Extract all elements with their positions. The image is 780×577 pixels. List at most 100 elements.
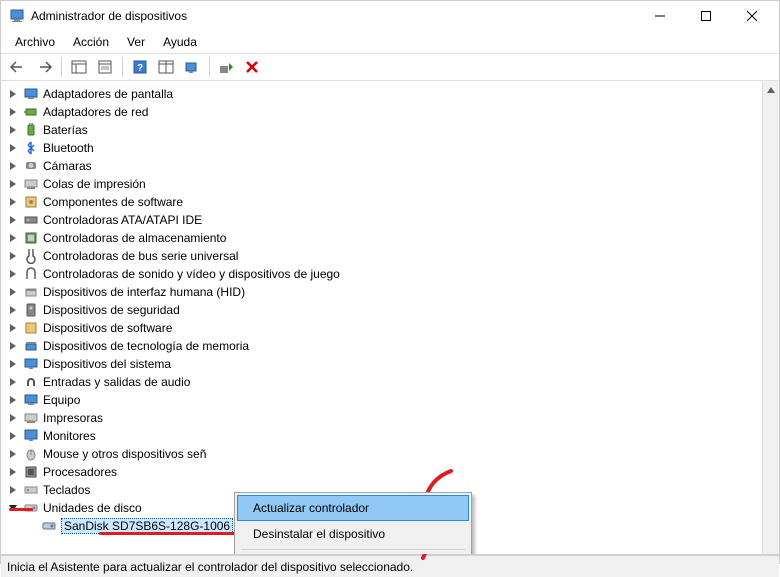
close-button[interactable] (729, 1, 775, 31)
tree-category[interactable]: Dispositivos del sistema (23, 355, 779, 373)
tree-category[interactable]: Adaptadores de pantalla (23, 85, 779, 103)
category-icon (23, 392, 39, 408)
tree-category-label: Dispositivos de software (43, 321, 172, 335)
tree-category-label: Mouse y otros dispositivos señ (43, 447, 206, 461)
tree-category[interactable]: Controladoras de sonido y vídeo y dispos… (23, 265, 779, 283)
chevron-right-icon[interactable] (7, 124, 19, 136)
tree-category[interactable]: Bluetooth (23, 139, 779, 157)
chevron-right-icon[interactable] (7, 232, 19, 244)
vertical-scrollbar[interactable] (762, 81, 779, 554)
tree-category[interactable]: Adaptadores de red (23, 103, 779, 121)
menu-action[interactable]: Acción (65, 33, 117, 51)
category-icon (23, 212, 39, 228)
tree-category[interactable]: Equipo (23, 391, 779, 409)
toolbar-separator (122, 57, 123, 77)
category-icon (23, 104, 39, 120)
chevron-right-icon[interactable] (7, 196, 19, 208)
tree-category-label: Dispositivos de seguridad (43, 303, 180, 317)
tree-category[interactable]: Entradas y salidas de audio (23, 373, 779, 391)
category-icon (23, 176, 39, 192)
tree-category[interactable]: Dispositivos de interfaz humana (HID) (23, 283, 779, 301)
menu-file[interactable]: Archivo (7, 33, 63, 51)
tree-category[interactable]: Mouse y otros dispositivos señ (23, 445, 779, 463)
category-icon (23, 464, 39, 480)
category-icon (23, 482, 39, 498)
tree-category-label: Controladoras ATA/ATAPI IDE (43, 213, 202, 227)
help-button[interactable]: ? (129, 56, 151, 78)
window-title: Administrador de dispositivos (31, 9, 637, 23)
category-icon (23, 266, 39, 282)
annotation-underline (99, 532, 235, 535)
tree-category[interactable]: Componentes de software (23, 193, 779, 211)
back-button[interactable] (7, 56, 29, 78)
uninstall-button[interactable] (242, 56, 264, 78)
menu-help[interactable]: Ayuda (155, 33, 205, 51)
chevron-right-icon[interactable] (7, 142, 19, 154)
device-manager-icon (9, 8, 25, 24)
ctx-uninstall-device[interactable]: Desinstalar el dispositivo (237, 521, 469, 547)
update-driver-button[interactable] (216, 56, 238, 78)
tree-category[interactable]: Dispositivos de software (23, 319, 779, 337)
scroll-up-icon[interactable] (763, 81, 779, 98)
tree-category[interactable]: Procesadores (23, 463, 779, 481)
chevron-right-icon[interactable] (7, 466, 19, 478)
tree-category[interactable]: Dispositivos de seguridad (23, 301, 779, 319)
category-icon (23, 410, 39, 426)
chevron-right-icon[interactable] (7, 448, 19, 460)
details-button[interactable] (155, 56, 177, 78)
tree-category[interactable]: Controladoras ATA/ATAPI IDE (23, 211, 779, 229)
menu-view[interactable]: Ver (119, 33, 153, 51)
tree-category[interactable]: Baterías (23, 121, 779, 139)
category-icon (23, 122, 39, 138)
tree-category-label: Teclados (43, 483, 90, 497)
chevron-right-icon[interactable] (7, 322, 19, 334)
tree-category[interactable]: Monitores (23, 427, 779, 445)
chevron-right-icon[interactable] (7, 340, 19, 352)
chevron-right-icon[interactable] (7, 358, 19, 370)
tree-category-label: Controladoras de almacenamiento (43, 231, 226, 245)
properties-button[interactable] (94, 56, 116, 78)
titlebar: Administrador de dispositivos (1, 1, 779, 31)
tree-category[interactable]: Dispositivos de tecnología de memoria (23, 337, 779, 355)
maximize-button[interactable] (683, 1, 729, 31)
minimize-button[interactable] (637, 1, 683, 31)
chevron-right-icon[interactable] (7, 376, 19, 388)
tree-category-label: Dispositivos de tecnología de memoria (43, 339, 249, 353)
tree-category[interactable]: Colas de impresión (23, 175, 779, 193)
tree-category[interactable]: Cámaras (23, 157, 779, 175)
category-icon (23, 446, 39, 462)
tree-category[interactable]: Controladoras de almacenamiento (23, 229, 779, 247)
ctx-update-driver[interactable]: Actualizar controlador (237, 495, 469, 521)
category-icon (23, 338, 39, 354)
tree-category-label: Controladoras de sonido y vídeo y dispos… (43, 267, 340, 281)
category-icon (23, 428, 39, 444)
ctx-separator (241, 549, 465, 550)
chevron-right-icon[interactable] (7, 430, 19, 442)
chevron-right-icon[interactable] (7, 178, 19, 190)
chevron-right-icon[interactable] (7, 160, 19, 172)
show-hide-console-button[interactable] (68, 56, 90, 78)
context-menu: Actualizar controlador Desinstalar el di… (234, 492, 472, 555)
tree-category[interactable]: Controladoras de bus serie universal (23, 247, 779, 265)
tree-category-label: Impresoras (43, 411, 103, 425)
chevron-right-icon[interactable] (7, 268, 19, 280)
chevron-right-icon[interactable] (7, 394, 19, 406)
forward-button[interactable] (33, 56, 55, 78)
chevron-right-icon[interactable] (7, 106, 19, 118)
chevron-right-icon[interactable] (7, 304, 19, 316)
toolbar-separator (61, 57, 62, 77)
chevron-right-icon[interactable] (7, 484, 19, 496)
tree-category-label: Componentes de software (43, 195, 183, 209)
category-icon (23, 248, 39, 264)
chevron-right-icon[interactable] (7, 286, 19, 298)
scan-hardware-button[interactable] (181, 56, 203, 78)
chevron-right-icon[interactable] (7, 214, 19, 226)
category-icon (23, 302, 39, 318)
chevron-right-icon[interactable] (7, 88, 19, 100)
chevron-right-icon[interactable] (7, 250, 19, 262)
tree-category[interactable]: Impresoras (23, 409, 779, 427)
category-icon (23, 140, 39, 156)
chevron-right-icon[interactable] (7, 412, 19, 424)
device-tree[interactable]: Adaptadores de pantallaAdaptadores de re… (1, 81, 779, 539)
tree-category-label: Bluetooth (43, 141, 94, 155)
